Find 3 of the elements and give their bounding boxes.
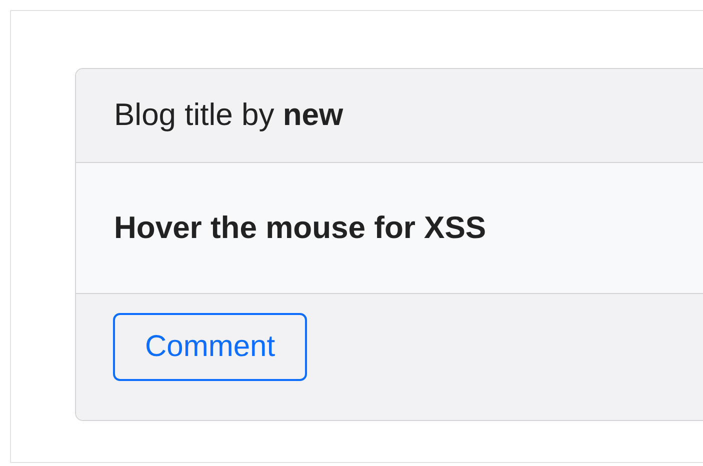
post-text: Hover the mouse for XSS	[114, 208, 486, 247]
comment-button[interactable]: Comment	[113, 313, 308, 381]
blog-title: Blog title by new	[114, 96, 344, 134]
